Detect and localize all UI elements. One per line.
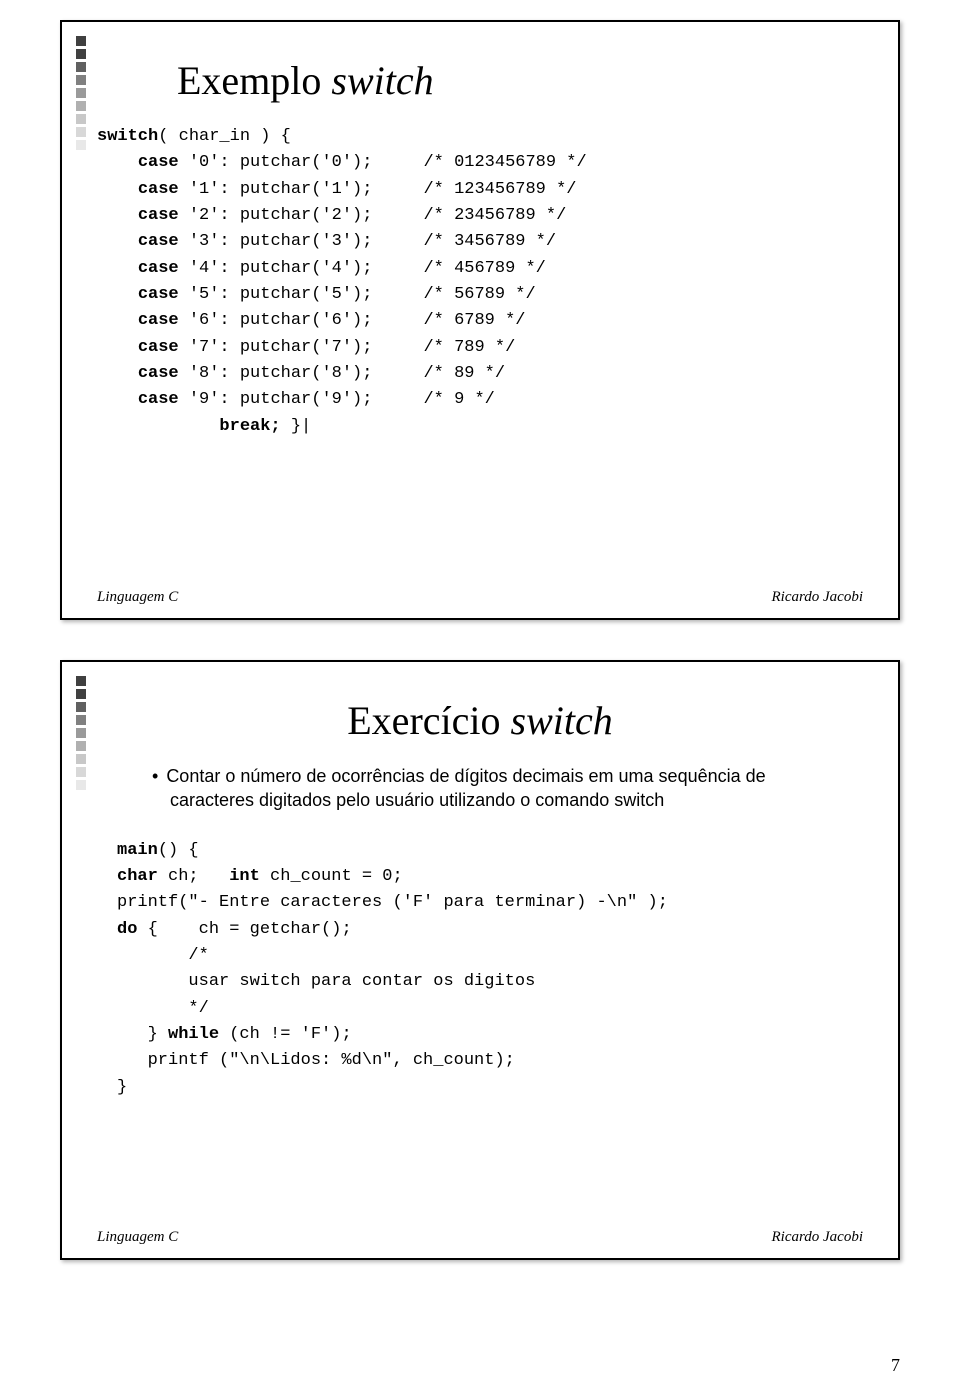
footer-left: Linguagem C	[97, 589, 178, 606]
kw-break: break;	[219, 417, 280, 436]
square-icon	[76, 140, 86, 150]
code-text: usar switch para contar os digitos	[117, 972, 535, 991]
page-number: 7	[891, 1355, 900, 1376]
code-comment: /* 3456789 */	[423, 232, 556, 251]
code-comment: /* 123456789 */	[423, 180, 576, 199]
kw-case: case	[138, 206, 179, 225]
code-comment: /* 789 */	[423, 338, 515, 357]
title-italic: switch	[331, 58, 433, 103]
square-icon	[76, 676, 86, 686]
square-icon	[76, 62, 86, 72]
code-text: () {	[158, 841, 199, 860]
kw-char: char	[117, 867, 158, 886]
code-text: /*	[117, 946, 209, 965]
square-icon	[76, 780, 86, 790]
kw-case: case	[138, 153, 179, 172]
kw-case: case	[138, 364, 179, 383]
code-comment: /* 6789 */	[423, 311, 525, 330]
code-text: ( char_in ) {	[158, 127, 291, 146]
square-icon	[76, 754, 86, 764]
code-text: ch_count = 0;	[260, 867, 403, 886]
slide-1-footer: Linguagem C Ricardo Jacobi	[97, 589, 863, 606]
kw-case: case	[138, 232, 179, 251]
kw-case: case	[138, 390, 179, 409]
kw-while: while	[168, 1025, 219, 1044]
square-icon	[76, 728, 86, 738]
kw-case: case	[138, 338, 179, 357]
code-comment: /* 456789 */	[423, 259, 545, 278]
code-block-1: switch( char_in ) { case '0': putchar('0…	[97, 124, 863, 440]
slide-2: Exercício switch • Contar o número de oco…	[60, 660, 900, 1260]
code-block-2: main() { char ch; int ch_count = 0; prin…	[117, 838, 863, 1101]
code-text: ch;	[158, 867, 229, 886]
title-plain: Exemplo	[177, 58, 331, 103]
kw-main: main	[117, 841, 158, 860]
code-comment: /* 89 */	[423, 364, 505, 383]
slide-2-footer: Linguagem C Ricardo Jacobi	[97, 1229, 863, 1246]
decoration-squares	[76, 36, 96, 150]
square-icon	[76, 127, 86, 137]
square-icon	[76, 741, 86, 751]
slide-1: Exemplo switch switch( char_in ) { case …	[60, 20, 900, 620]
square-icon	[76, 702, 86, 712]
slide-2-title: Exercício switch	[97, 697, 863, 744]
code-comment: /* 9 */	[423, 390, 494, 409]
kw-case: case	[138, 311, 179, 330]
code-comment: /* 23456789 */	[423, 206, 566, 225]
kw-switch: switch	[97, 127, 158, 146]
square-icon	[76, 49, 86, 59]
slide-2-inner: Exercício switch • Contar o número de oco…	[62, 662, 898, 1258]
code-text: }|	[281, 417, 312, 436]
slide-2-bullet: • Contar o número de ocorrências de dígit…	[152, 764, 823, 813]
square-icon	[76, 101, 86, 111]
kw-int: int	[229, 867, 260, 886]
footer-right: Ricardo Jacobi	[771, 589, 863, 606]
code-text: */	[117, 999, 209, 1018]
square-icon	[76, 114, 86, 124]
slide-1-title: Exemplo switch	[177, 57, 863, 104]
footer-left: Linguagem C	[97, 1229, 178, 1246]
code-comment: /* 56789 */	[423, 285, 535, 304]
code-text: { ch = getchar();	[137, 920, 351, 939]
kw-case: case	[138, 285, 179, 304]
kw-case: case	[138, 180, 179, 199]
kw-do: do	[117, 920, 137, 939]
square-icon	[76, 767, 86, 777]
code-text: }	[117, 1078, 127, 1097]
slide-1-inner: Exemplo switch switch( char_in ) { case …	[62, 22, 898, 618]
square-icon	[76, 689, 86, 699]
code-text: printf ("\n\Lidos: %d\n", ch_count);	[117, 1051, 515, 1070]
title-plain: Exercício	[347, 698, 510, 743]
decoration-squares	[76, 676, 96, 790]
code-comment: /* 0123456789 */	[423, 153, 586, 172]
footer-right: Ricardo Jacobi	[771, 1229, 863, 1246]
square-icon	[76, 36, 86, 46]
bullet-text: Contar o número de ocorrências de dígito…	[166, 766, 765, 810]
bullet-dot: •	[152, 766, 158, 786]
code-text: (ch != 'F');	[219, 1025, 352, 1044]
square-icon	[76, 75, 86, 85]
square-icon	[76, 715, 86, 725]
square-icon	[76, 88, 86, 98]
title-italic: switch	[511, 698, 613, 743]
code-text: }	[117, 1025, 168, 1044]
kw-case: case	[138, 259, 179, 278]
code-text: printf("- Entre caracteres ('F' para ter…	[117, 893, 668, 912]
